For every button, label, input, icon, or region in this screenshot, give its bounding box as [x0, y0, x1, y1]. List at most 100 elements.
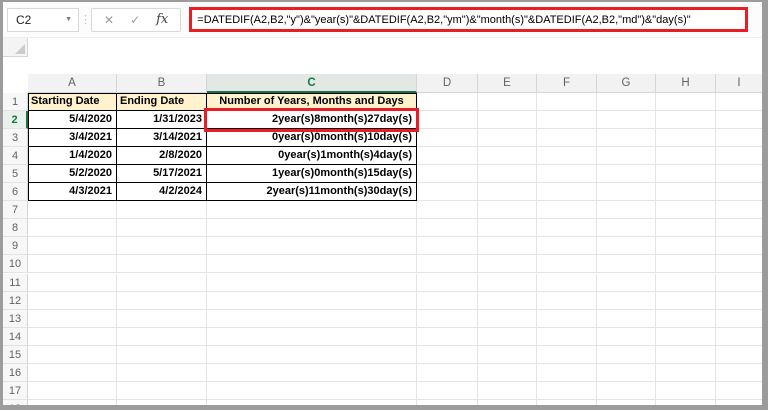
cell-G17[interactable] [597, 382, 656, 401]
cell-H18[interactable] [656, 400, 716, 405]
row-header-15[interactable]: 15 [3, 345, 28, 364]
cell-B3[interactable]: 3/14/2021 [117, 128, 207, 147]
row-header-3[interactable]: 3 [3, 128, 28, 147]
column-header-D[interactable]: D [417, 74, 478, 93]
cell-I6[interactable] [716, 183, 762, 202]
cell-A4[interactable]: 1/4/2020 [28, 146, 117, 165]
cell-F2[interactable] [537, 110, 597, 129]
cell-C14[interactable] [207, 327, 417, 346]
row-header-4[interactable]: 4 [3, 146, 28, 165]
cell-H12[interactable] [656, 291, 716, 310]
cell-C4[interactable]: 0year(s)1month(s)4day(s) [207, 146, 417, 165]
row-header-16[interactable]: 16 [3, 364, 28, 383]
cell-E6[interactable] [478, 183, 537, 202]
row-header-13[interactable]: 13 [3, 309, 28, 328]
cell-G9[interactable] [597, 237, 656, 256]
cell-F7[interactable] [537, 201, 597, 220]
cell-B8[interactable] [117, 219, 207, 238]
cell-E15[interactable] [478, 345, 537, 364]
cell-E8[interactable] [478, 219, 537, 238]
cell-C8[interactable] [207, 219, 417, 238]
enter-icon[interactable]: ✓ [130, 13, 140, 27]
name-box[interactable]: C2 ▼ [7, 7, 79, 32]
cancel-icon[interactable]: ✕ [104, 13, 114, 27]
cell-B9[interactable] [117, 237, 207, 256]
cell-C3[interactable]: 0year(s)0month(s)10day(s) [207, 128, 417, 147]
cell-H5[interactable] [656, 164, 716, 183]
cell-H10[interactable] [656, 255, 716, 274]
cell-A18[interactable] [28, 400, 117, 405]
cell-I14[interactable] [716, 327, 762, 346]
cell-H15[interactable] [656, 345, 716, 364]
cell-D1[interactable] [417, 92, 478, 111]
cell-B12[interactable] [117, 291, 207, 310]
cell-C13[interactable] [207, 309, 417, 328]
cell-G3[interactable] [597, 128, 656, 147]
cell-B14[interactable] [117, 327, 207, 346]
cell-G16[interactable] [597, 364, 656, 383]
cell-B1[interactable]: Ending Date [117, 92, 207, 111]
column-header-G[interactable]: G [597, 74, 656, 93]
cell-G12[interactable] [597, 291, 656, 310]
cell-I3[interactable] [716, 128, 762, 147]
cell-F14[interactable] [537, 327, 597, 346]
column-header-H[interactable]: H [656, 74, 716, 93]
cell-B7[interactable] [117, 201, 207, 220]
row-header-5[interactable]: 5 [3, 164, 28, 183]
select-all-button[interactable] [3, 38, 28, 57]
row-header-6[interactable]: 6 [3, 183, 28, 202]
cell-H11[interactable] [656, 273, 716, 292]
row-header-2[interactable]: 2 [3, 110, 28, 129]
cell-C9[interactable] [207, 237, 417, 256]
cell-D17[interactable] [417, 382, 478, 401]
cell-I11[interactable] [716, 273, 762, 292]
cell-F18[interactable] [537, 400, 597, 405]
cell-G4[interactable] [597, 146, 656, 165]
cell-G14[interactable] [597, 327, 656, 346]
cell-D5[interactable] [417, 164, 478, 183]
cell-D4[interactable] [417, 146, 478, 165]
cell-F17[interactable] [537, 382, 597, 401]
cell-E10[interactable] [478, 255, 537, 274]
cell-G10[interactable] [597, 255, 656, 274]
cell-H17[interactable] [656, 382, 716, 401]
cell-D3[interactable] [417, 128, 478, 147]
cell-F6[interactable] [537, 183, 597, 202]
cell-I5[interactable] [716, 164, 762, 183]
cell-A8[interactable] [28, 219, 117, 238]
cell-C18[interactable] [207, 400, 417, 405]
cell-A15[interactable] [28, 345, 117, 364]
cell-B6[interactable]: 4/2/2024 [117, 183, 207, 202]
cell-I1[interactable] [716, 92, 762, 111]
cell-G11[interactable] [597, 273, 656, 292]
cell-C5[interactable]: 1year(s)0month(s)15day(s) [207, 164, 417, 183]
cell-H16[interactable] [656, 364, 716, 383]
cell-A11[interactable] [28, 273, 117, 292]
cell-G18[interactable] [597, 400, 656, 405]
cell-F15[interactable] [537, 345, 597, 364]
cell-I18[interactable] [716, 400, 762, 405]
cell-B16[interactable] [117, 364, 207, 383]
cell-I17[interactable] [716, 382, 762, 401]
cell-B17[interactable] [117, 382, 207, 401]
cell-C16[interactable] [207, 364, 417, 383]
cell-A3[interactable]: 3/4/2021 [28, 128, 117, 147]
cell-B11[interactable] [117, 273, 207, 292]
column-header-B[interactable]: B [117, 74, 207, 93]
cell-A12[interactable] [28, 291, 117, 310]
cell-F13[interactable] [537, 309, 597, 328]
cell-C11[interactable] [207, 273, 417, 292]
cell-C15[interactable] [207, 345, 417, 364]
cell-B10[interactable] [117, 255, 207, 274]
cell-F5[interactable] [537, 164, 597, 183]
column-header-A[interactable]: A [28, 74, 117, 93]
cell-G15[interactable] [597, 345, 656, 364]
cell-D11[interactable] [417, 273, 478, 292]
cell-I2[interactable] [716, 110, 762, 129]
cell-G2[interactable] [597, 110, 656, 129]
cell-D12[interactable] [417, 291, 478, 310]
cell-F1[interactable] [537, 92, 597, 111]
cell-I9[interactable] [716, 237, 762, 256]
cell-G1[interactable] [597, 92, 656, 111]
formula-input-highlighted[interactable]: =DATEDIF(A2,B2,"y")&"year(s)"&DATEDIF(A2… [189, 7, 748, 32]
